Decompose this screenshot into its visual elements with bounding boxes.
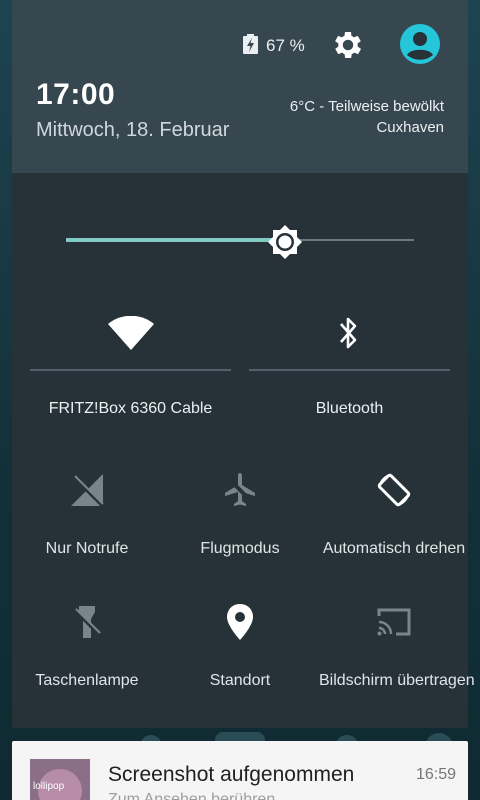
- notification-title: Screenshot aufgenommen: [108, 763, 355, 786]
- wifi-icon: [108, 316, 154, 350]
- gear-icon[interactable]: [330, 27, 366, 63]
- tile-wifi[interactable]: FRITZ!Box 6360 Cable: [30, 310, 231, 430]
- weather-location: Cuxhaven: [376, 119, 444, 136]
- clock-date[interactable]: Mittwoch, 18. Februar: [36, 119, 229, 142]
- tile-flashlight-label: Taschenlampe: [35, 672, 139, 689]
- tile-location-label: Standort: [209, 672, 271, 689]
- tile-airplane-label: Flugmodus: [200, 540, 280, 557]
- airplane-icon: [224, 473, 256, 506]
- weather-info[interactable]: 6°C - Teilweise bewölkt Cuxhaven: [290, 96, 444, 138]
- thumbnail-text: lollipop: [33, 781, 65, 792]
- notification-subtitle: Zum Ansehen berühren: [108, 791, 276, 800]
- tile-rotate-label: Automatisch drehen: [322, 540, 466, 557]
- tile-cast-screen[interactable]: Bildschirm übertragen: [319, 602, 475, 690]
- flashlight-off-icon: [73, 606, 101, 638]
- tile-wifi-label: FRITZ!Box 6360 Cable: [48, 400, 213, 417]
- battery-percent: 67 %: [266, 36, 305, 55]
- bluetooth-icon: [340, 317, 357, 349]
- signal-off-icon: [71, 474, 105, 508]
- tile-cast-label: Bildschirm übertragen: [319, 672, 475, 689]
- tile-location[interactable]: Standort: [165, 602, 315, 690]
- rotate-icon: [377, 473, 411, 507]
- tile-auto-rotate[interactable]: Automatisch drehen: [319, 470, 469, 558]
- brightness-thumb-icon[interactable]: [267, 224, 303, 260]
- user-avatar-icon[interactable]: [400, 24, 440, 64]
- brightness-slider[interactable]: [66, 224, 414, 259]
- bluetooth-divider: [249, 369, 450, 371]
- brightness-fill: [66, 238, 285, 242]
- tile-emergency-label: Nur Notrufe: [45, 540, 129, 557]
- clock-time[interactable]: 17:00: [36, 78, 115, 112]
- wifi-divider: [30, 369, 231, 371]
- tile-airplane-mode[interactable]: Flugmodus: [165, 470, 315, 558]
- notification-thumbnail: lollipop: [30, 759, 90, 800]
- battery-charging-icon: [243, 34, 258, 54]
- weather-condition: 6°C - Teilweise bewölkt: [289, 98, 444, 115]
- location-icon: [227, 604, 253, 640]
- cast-icon: [377, 608, 411, 636]
- notification-time: 16:59: [415, 766, 456, 783]
- notification-card[interactable]: lollipop Screenshot aufgenommen 16:59 Zu…: [12, 741, 468, 800]
- quick-settings-panel: 67 % 17:00 Mittwoch, 18. Februar 6°C - T…: [12, 0, 475, 728]
- tile-emergency-only[interactable]: Nur Notrufe: [12, 470, 162, 558]
- tile-bluetooth-label: Bluetooth: [315, 400, 384, 417]
- tile-bluetooth[interactable]: Bluetooth: [249, 310, 450, 430]
- tile-flashlight[interactable]: Taschenlampe: [12, 602, 162, 690]
- quick-settings-header: 67 % 17:00 Mittwoch, 18. Februar 6°C - T…: [12, 0, 468, 173]
